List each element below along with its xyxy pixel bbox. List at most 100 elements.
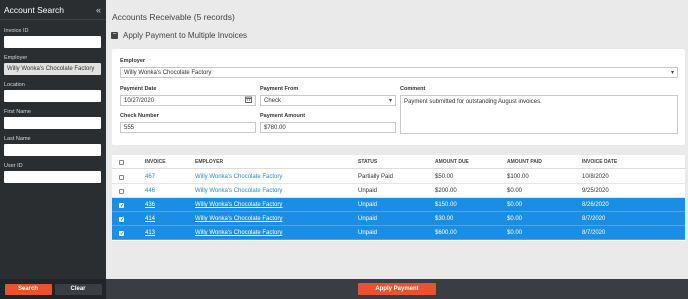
comment-label: Comment	[400, 86, 426, 92]
invoice-link[interactable]: 436	[145, 198, 155, 212]
amount-due-cell: $600.00	[435, 230, 457, 236]
main-panel: Accounts Receivable (5 records) − Apply …	[106, 0, 688, 299]
checkmark-icon[interactable]: ✓	[119, 202, 124, 208]
status-cell: Partially Paid	[358, 174, 394, 180]
select-all-checkbox[interactable]	[119, 159, 124, 165]
status-cell: Unpaid	[358, 216, 378, 222]
double-chevron-left-icon[interactable]: «	[96, 5, 101, 15]
employer-label: Employer	[4, 55, 28, 61]
invoice-date-cell: 9/25/2020	[582, 188, 609, 194]
table-row[interactable]: ✓ 413 Willy Wonka's Chocolate Factory Un…	[112, 226, 685, 240]
employer-link[interactable]: Willy Wonka's Chocolate Factory	[195, 226, 282, 240]
user-id-field: User ID	[4, 163, 101, 183]
employer-input[interactable]: Willy Wonka's Chocolate Factory	[4, 63, 101, 75]
table-header-row: INVOICE EMPLOYER STATUS AMOUNT DUE AMOUN…	[112, 155, 685, 169]
invoice-id-input[interactable]	[4, 36, 101, 48]
first-name-input[interactable]	[4, 117, 101, 129]
header-amount-due[interactable]: AMOUNT DUE	[435, 155, 469, 169]
page-title: Accounts Receivable (5 records)	[112, 12, 235, 22]
invoice-link[interactable]: 446	[145, 184, 155, 198]
first-name-field: First Name	[4, 109, 101, 129]
caret-down-icon: ▾	[388, 98, 392, 104]
invoice-link[interactable]: 413	[145, 226, 155, 240]
clear-button[interactable]: Clear	[54, 283, 102, 295]
payment-amount-label: Payment Amount	[260, 113, 306, 119]
payment-from-select[interactable]: Check ▾	[260, 95, 396, 106]
location-input[interactable]	[4, 90, 101, 102]
employer-select[interactable]: Willy Wonka's Chocolate Factory ▾	[120, 67, 678, 78]
payment-amount-input[interactable]: $780.00	[260, 122, 396, 133]
amount-paid-cell: $100.00	[507, 174, 529, 180]
amount-due-cell: $200.00	[435, 188, 457, 194]
invoice-date-cell: 8/7/2020	[582, 230, 606, 236]
last-name-field: Last Name	[4, 136, 101, 156]
status-cell: Unpaid	[358, 188, 378, 194]
header-invoice[interactable]: INVOICE	[145, 155, 166, 169]
row-select-cell[interactable]: ✓	[119, 226, 124, 240]
invoice-id-field: Invoice ID	[4, 28, 101, 48]
row-checkbox[interactable]	[119, 188, 124, 194]
minus-square-icon[interactable]: −	[111, 31, 118, 39]
invoice-date-cell: 10/8/2020	[582, 174, 609, 180]
status-cell: Unpaid	[358, 230, 378, 236]
apply-payment-button[interactable]: Apply Payment	[358, 283, 436, 295]
checkmark-icon[interactable]: ✓	[119, 230, 124, 236]
check-number-label: Check Number	[120, 113, 159, 119]
user-id-input[interactable]	[4, 171, 101, 183]
amount-paid-cell: $0.00	[507, 202, 523, 208]
invoice-link[interactable]: 414	[145, 212, 155, 226]
header-invoice-date[interactable]: INVOICE DATE	[582, 155, 617, 169]
status-cell: Unpaid	[358, 202, 378, 208]
payment-date-input[interactable]: 10/27/2020	[120, 95, 256, 106]
row-checkbox[interactable]	[119, 174, 124, 180]
amount-due-cell: $150.00	[435, 202, 457, 208]
header-status[interactable]: STATUS	[358, 155, 377, 169]
main-footer: Apply Payment	[106, 279, 688, 299]
amount-due-cell: $50.00	[435, 174, 454, 180]
table-row[interactable]: ✓ 436 Willy Wonka's Chocolate Factory Un…	[112, 198, 685, 212]
sidebar-title: Account Search	[4, 4, 65, 15]
amount-paid-cell: $0.00	[507, 230, 523, 236]
invoice-link[interactable]: 467	[145, 170, 155, 184]
invoice-date-cell: 8/7/2020	[582, 216, 606, 222]
header-amount-paid[interactable]: AMOUNT PAID	[507, 155, 542, 169]
caret-down-icon: ▾	[670, 70, 674, 76]
comment-textarea[interactable]: Payment submitted for outstanding August…	[400, 95, 678, 134]
last-name-input[interactable]	[4, 144, 101, 156]
employer-link[interactable]: Willy Wonka's Chocolate Factory	[195, 170, 282, 184]
row-select-cell[interactable]: ✓	[119, 212, 124, 226]
payment-form: Employer Willy Wonka's Chocolate Factory…	[112, 49, 685, 145]
payment-date-value: 10/27/2020	[124, 97, 155, 104]
table-row[interactable]: 446 Willy Wonka's Chocolate Factory Unpa…	[112, 184, 685, 198]
select-all-cell[interactable]	[119, 155, 124, 169]
row-select-cell[interactable]: ✓	[119, 198, 124, 212]
row-select-cell[interactable]	[119, 184, 124, 198]
invoice-table: INVOICE EMPLOYER STATUS AMOUNT DUE AMOUN…	[112, 155, 685, 241]
payment-date-label: Payment Date	[120, 86, 157, 92]
calendar-icon[interactable]	[245, 96, 252, 105]
employer-link[interactable]: Willy Wonka's Chocolate Factory	[195, 198, 282, 212]
location-field: Location	[4, 82, 101, 102]
table-row[interactable]: 467 Willy Wonka's Chocolate Factory Part…	[112, 170, 685, 184]
sidebar-header: Account Search «	[0, 0, 106, 20]
check-number-input[interactable]: 555	[120, 122, 256, 133]
section-title: Apply Payment to Multiple Invoices	[123, 31, 248, 40]
employer-link[interactable]: Willy Wonka's Chocolate Factory	[195, 212, 282, 226]
payment-from-label: Payment From	[260, 86, 299, 92]
user-id-label: User ID	[4, 163, 23, 169]
checkmark-icon[interactable]: ✓	[119, 216, 124, 222]
row-select-cell[interactable]	[119, 170, 124, 184]
header-employer[interactable]: EMPLOYER	[195, 155, 223, 169]
first-name-label: First Name	[4, 109, 31, 115]
location-label: Location	[4, 82, 25, 88]
employer-field: Employer Willy Wonka's Chocolate Factory	[4, 55, 101, 75]
last-name-label: Last Name	[4, 136, 31, 142]
table-row[interactable]: ✓ 414 Willy Wonka's Chocolate Factory Un…	[112, 212, 685, 226]
employer-link[interactable]: Willy Wonka's Chocolate Factory	[195, 184, 282, 198]
section-header[interactable]: − Apply Payment to Multiple Invoices	[111, 31, 247, 40]
sidebar-footer: Search Clear	[0, 279, 106, 299]
invoice-date-cell: 8/26/2020	[582, 202, 609, 208]
search-button[interactable]: Search	[4, 283, 52, 295]
invoice-id-label: Invoice ID	[4, 28, 29, 34]
payment-from-value: Check	[264, 97, 282, 104]
